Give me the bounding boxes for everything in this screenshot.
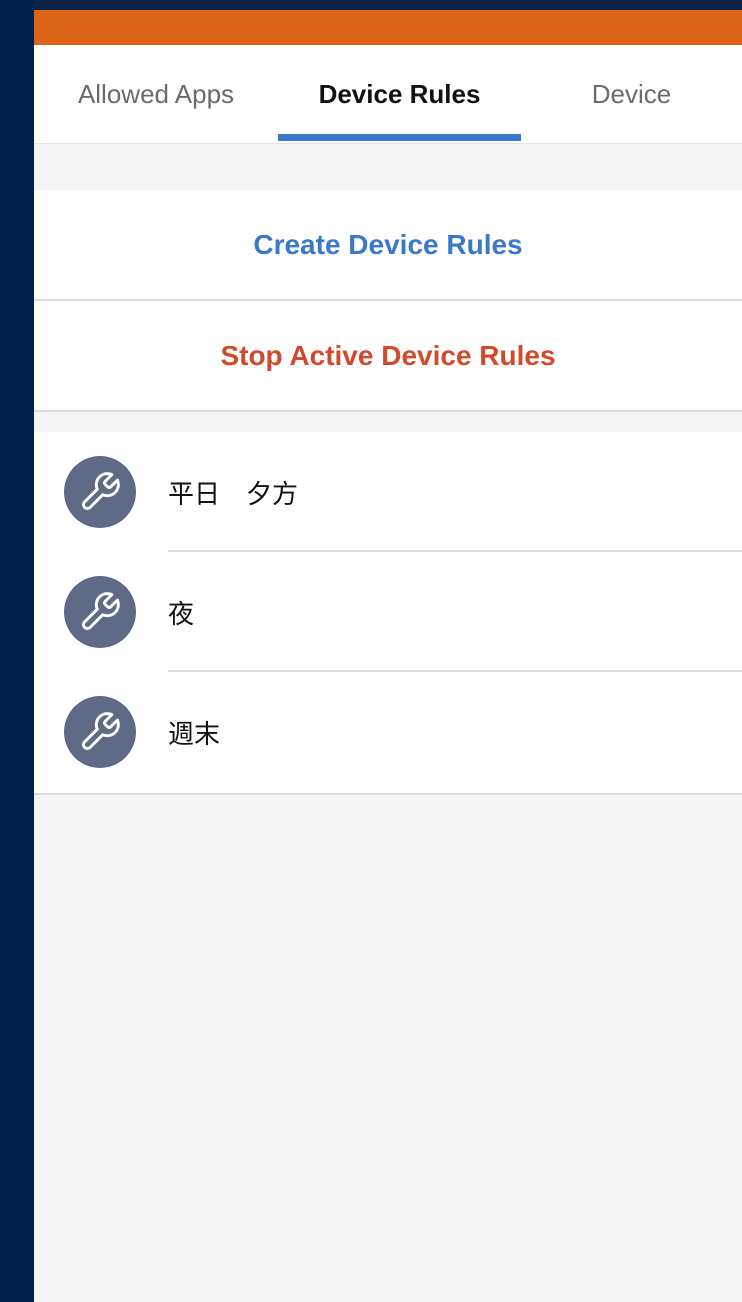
active-tab-indicator xyxy=(278,134,521,141)
tab-bar: Allowed Apps Device Rules Device xyxy=(34,45,742,144)
rule-name: 平日 夕方 xyxy=(168,479,299,510)
device-rules-panel: Allowed Apps Device Rules Device Create … xyxy=(34,45,742,1302)
wrench-icon xyxy=(64,456,136,528)
rule-item[interactable]: 平日 夕方 xyxy=(34,432,742,552)
header-bar xyxy=(34,10,742,45)
status-strip xyxy=(34,0,742,10)
rule-item[interactable]: 週末 xyxy=(34,672,742,792)
tab-device[interactable]: Device xyxy=(521,45,742,143)
left-rail xyxy=(0,0,34,1302)
tab-allowed-apps[interactable]: Allowed Apps xyxy=(34,45,278,143)
wrench-icon xyxy=(64,576,136,648)
tab-device-rules[interactable]: Device Rules xyxy=(278,45,521,143)
rule-name: 夜 xyxy=(168,599,195,630)
rule-item[interactable]: 夜 xyxy=(34,552,742,672)
wrench-icon xyxy=(64,696,136,768)
create-device-rules-button[interactable]: Create Device Rules xyxy=(34,190,742,301)
rule-name: 週末 xyxy=(168,719,221,750)
stop-active-device-rules-button[interactable]: Stop Active Device Rules xyxy=(34,301,742,412)
device-rule-list: 平日 夕方 夜 週末 xyxy=(34,432,742,795)
